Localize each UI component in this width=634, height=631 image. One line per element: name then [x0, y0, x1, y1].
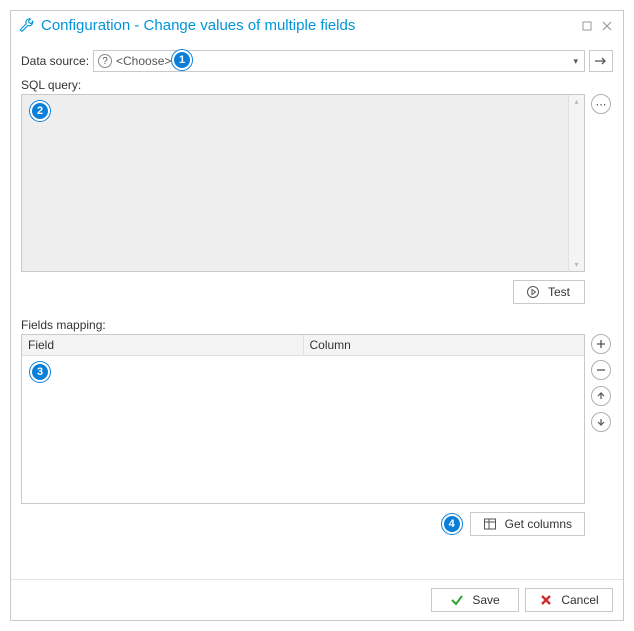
grid-body: 3 — [22, 356, 584, 503]
cancel-button[interactable]: Cancel — [525, 588, 613, 612]
scroll-up-icon: ▴ — [574, 97, 578, 106]
close-icon[interactable] — [599, 18, 615, 34]
columns-icon — [483, 517, 497, 531]
data-source-label: Data source: — [21, 54, 93, 68]
check-icon — [450, 593, 464, 607]
get-columns-button[interactable]: Get columns — [470, 512, 585, 536]
fields-mapping-label: Fields mapping: — [21, 318, 613, 332]
fields-grid[interactable]: Field Column 3 — [21, 334, 585, 504]
sql-query-label: SQL query: — [21, 78, 613, 92]
test-button[interactable]: Test — [513, 280, 585, 304]
data-source-row: Data source: ? <Choose> 1 ▾ — [21, 50, 613, 72]
cancel-label: Cancel — [561, 593, 598, 607]
chevron-down-icon: ▾ — [571, 56, 580, 67]
remove-row-button[interactable] — [591, 360, 611, 380]
content-area: Data source: ? <Choose> 1 ▾ SQL query: 2… — [11, 40, 623, 579]
data-source-dropdown[interactable]: ? <Choose> 1 ▾ — [93, 50, 585, 72]
col-column-header[interactable]: Column — [304, 335, 585, 355]
col-field-header[interactable]: Field — [22, 335, 304, 355]
sql-query-input[interactable]: 2 ▴ ▾ — [21, 94, 585, 272]
get-columns-label: Get columns — [505, 517, 572, 531]
maximize-icon[interactable] — [579, 18, 595, 34]
callout-4: 4 — [442, 514, 462, 534]
footer: Save Cancel — [11, 579, 623, 620]
callout-2: 2 — [30, 101, 50, 121]
sql-area: 2 ▴ ▾ ⋯ — [21, 94, 613, 272]
window-title: Configuration - Change values of multipl… — [41, 17, 355, 34]
play-icon — [526, 285, 540, 299]
help-icon: ? — [98, 54, 112, 68]
callout-1: 1 — [172, 50, 192, 70]
save-button[interactable]: Save — [431, 588, 519, 612]
data-source-open-button[interactable] — [589, 50, 613, 72]
wrench-icon — [19, 18, 35, 34]
sql-expand-button[interactable]: ⋯ — [591, 94, 611, 114]
test-button-label: Test — [548, 285, 570, 299]
config-window: Configuration - Change values of multipl… — [10, 10, 624, 621]
save-label: Save — [472, 593, 499, 607]
scroll-down-icon: ▾ — [574, 260, 578, 269]
callout-3: 3 — [30, 362, 50, 382]
add-row-button[interactable] — [591, 334, 611, 354]
ellipsis-icon: ⋯ — [596, 98, 607, 111]
sql-scrollbar[interactable]: ▴ ▾ — [568, 95, 584, 271]
fields-area: Field Column 3 — [21, 334, 613, 504]
titlebar: Configuration - Change values of multipl… — [11, 11, 623, 40]
move-up-button[interactable] — [591, 386, 611, 406]
grid-header: Field Column — [22, 335, 584, 356]
move-down-button[interactable] — [591, 412, 611, 432]
cancel-icon — [539, 593, 553, 607]
